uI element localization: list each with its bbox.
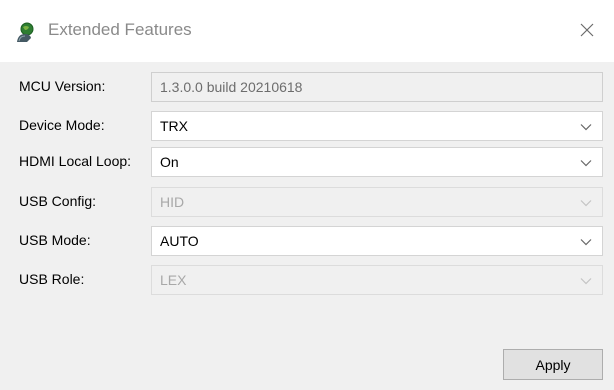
usb-mode-label: USB Mode: [19,232,91,248]
usb-mode-value: AUTO [160,233,199,249]
extended-features-dialog: Extended Features MCU Version: 1.3.0.0 b… [0,0,614,390]
chevron-down-icon [580,200,592,207]
usb-role-value: LEX [160,272,187,288]
row-usb-mode: USB Mode: AUTO [0,226,614,256]
usb-role-label: USB Role: [19,271,85,287]
mcu-version-value: 1.3.0.0 build 20210618 [160,79,303,95]
chevron-down-icon [580,160,592,167]
mcu-version-field[interactable]: 1.3.0.0 build 20210618 [151,72,603,102]
device-mode-value: TRX [160,118,188,134]
usb-config-label: USB Config: [19,193,97,209]
usb-config-dropdown: HID [151,187,603,217]
close-button[interactable] [572,16,602,46]
user-globe-icon [14,22,36,44]
row-device-mode: Device Mode: TRX [0,111,614,141]
chevron-down-icon [580,239,592,246]
usb-config-value: HID [160,194,185,210]
row-usb-config: USB Config: HID [0,187,614,217]
hdmi-local-loop-label: HDMI Local Loop: [19,153,132,169]
apply-button[interactable]: Apply [503,349,603,380]
usb-role-dropdown: LEX [151,265,603,295]
device-mode-dropdown[interactable]: TRX [151,111,603,141]
chevron-down-icon [580,278,592,285]
row-mcu-version: MCU Version: 1.3.0.0 build 20210618 [0,72,614,102]
usb-mode-dropdown[interactable]: AUTO [151,226,603,256]
title-bar[interactable]: Extended Features [0,0,614,62]
mcu-version-label: MCU Version: [19,78,106,94]
row-hdmi-local-loop: HDMI Local Loop: On [0,147,614,177]
hdmi-local-loop-value: On [160,154,179,170]
device-mode-label: Device Mode: [19,117,105,133]
hdmi-local-loop-dropdown[interactable]: On [151,147,603,177]
row-usb-role: USB Role: LEX [0,265,614,295]
chevron-down-icon [580,124,592,131]
window-title: Extended Features [48,20,192,39]
close-icon [580,23,594,40]
